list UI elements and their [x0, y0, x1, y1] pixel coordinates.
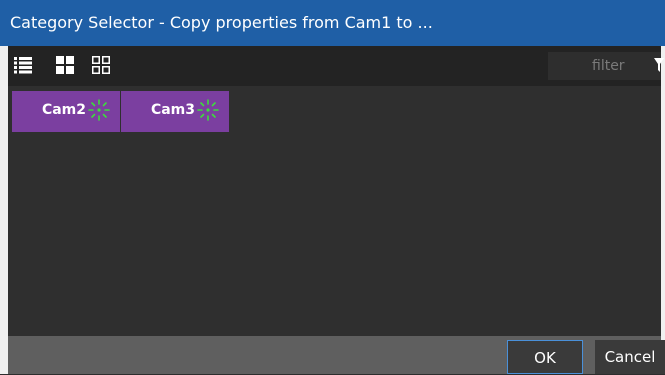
large-tile-view-button[interactable]	[56, 56, 76, 76]
list-view-button[interactable]	[14, 56, 34, 76]
category-selector-dialog: Category Selector - Copy properties from…	[0, 0, 665, 374]
ok-button[interactable]: OK	[507, 340, 583, 374]
tile-label: Cam3	[150, 102, 195, 118]
left-edge	[0, 0, 8, 374]
category-tile-cam2[interactable]: Cam2	[12, 91, 120, 132]
cancel-button[interactable]: Cancel	[595, 340, 665, 374]
small-grid-icon	[92, 56, 110, 74]
spinner-icon	[197, 99, 219, 121]
category-list: Cam2 Cam3	[8, 86, 661, 336]
tile-label: Cam2	[41, 102, 86, 118]
dialog-title: Category Selector - Copy properties from…	[0, 0, 665, 46]
spinner-icon	[88, 99, 110, 121]
right-edge	[661, 0, 665, 374]
funnel-icon[interactable]	[654, 58, 664, 72]
list-icon	[14, 57, 32, 74]
large-grid-icon	[56, 56, 74, 74]
filter-input[interactable]	[548, 52, 661, 80]
category-tile-cam3[interactable]: Cam3	[121, 91, 229, 132]
dialog-footer: OK Cancel	[8, 336, 665, 374]
small-tile-view-button[interactable]	[92, 56, 112, 76]
toolbar	[8, 46, 664, 86]
